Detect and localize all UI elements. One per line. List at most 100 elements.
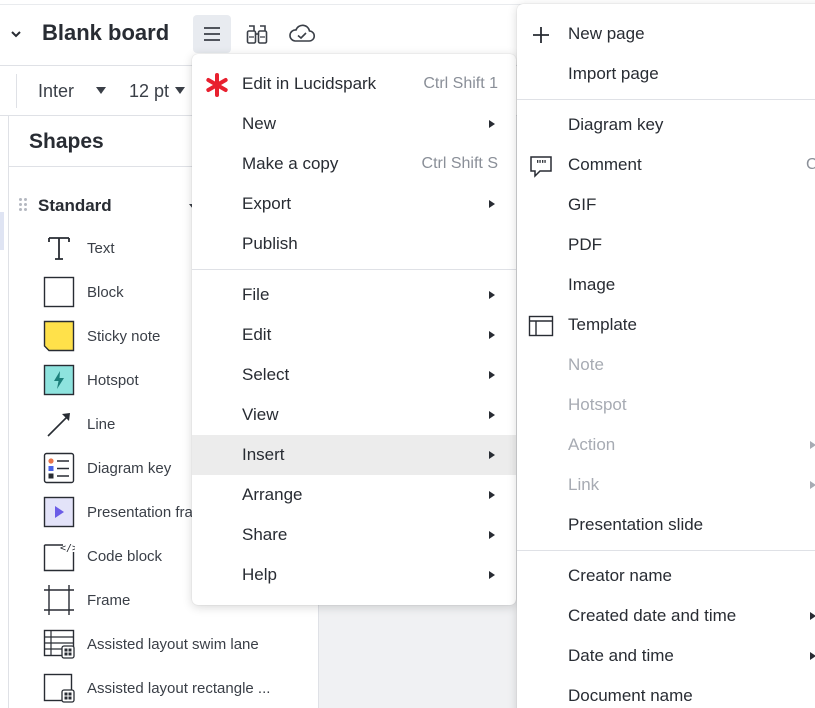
insert-item-image[interactable]: Image: [517, 265, 815, 305]
submenu-arrow-icon: [810, 481, 815, 489]
caret-down-icon[interactable]: [96, 87, 106, 94]
menu-item-label: Comment: [568, 155, 642, 174]
menu-item-new[interactable]: New: [192, 104, 516, 144]
main-menu-button[interactable]: [193, 15, 231, 53]
menu-item-label: Template: [568, 315, 637, 334]
format-bar-divider: [16, 74, 17, 108]
menu-item-label: Edit: [242, 325, 272, 344]
lucidspark-icon: [206, 73, 228, 97]
find-button[interactable]: [238, 15, 276, 53]
menu-item-select[interactable]: Select: [192, 355, 516, 395]
cloud-saved-icon: [289, 24, 316, 42]
svg-text:": ": [541, 158, 547, 171]
menu-item-label: Image: [568, 275, 616, 294]
insert-item-import-page[interactable]: Import page: [517, 54, 815, 94]
menu-item-label: Link: [568, 475, 600, 494]
hamburger-menu-icon: [204, 27, 220, 41]
insert-item-new-page[interactable]: New page: [517, 14, 815, 54]
menu-item-edit-in-lucidspark[interactable]: Edit in Lucidspark Ctrl Shift 1: [192, 64, 516, 104]
submenu-arrow-icon: [489, 371, 495, 379]
menu-item-label: Select: [242, 365, 290, 384]
menu-item-label: New: [242, 114, 277, 133]
menu-divider: [517, 550, 815, 551]
menu-divider: [517, 99, 815, 100]
menu-item-insert[interactable]: Insert: [192, 435, 516, 475]
insert-item-hotspot: Hotspot: [517, 385, 815, 425]
menu-item-export[interactable]: Export: [192, 184, 516, 224]
submenu-arrow-icon: [489, 531, 495, 539]
menu-item-arrange[interactable]: Arrange: [192, 475, 516, 515]
plus-icon: [533, 27, 549, 43]
menu-item-label: Help: [242, 565, 277, 584]
font-family-select[interactable]: Inter: [38, 81, 74, 102]
insert-item-template[interactable]: Template: [517, 305, 815, 345]
menu-item-label: PDF: [568, 235, 602, 254]
block-icon: [43, 276, 75, 308]
swim-lane-icon: [43, 628, 75, 660]
binoculars-icon: [246, 25, 268, 44]
menu-item-label: View: [242, 405, 279, 424]
menu-item-label: Diagram key: [568, 115, 664, 134]
insert-item-gif[interactable]: GIF: [517, 185, 815, 225]
menu-divider: [192, 269, 516, 270]
menu-item-label: Arrange: [242, 485, 303, 504]
insert-item-document-name[interactable]: Document name: [517, 676, 815, 708]
insert-item-comment[interactable]: " " Comment C: [517, 145, 815, 185]
insert-submenu: New page Import page Diagram key " " Comm…: [517, 4, 815, 708]
menu-item-help[interactable]: Help: [192, 555, 516, 595]
shape-library-title[interactable]: Standard: [38, 196, 112, 216]
submenu-arrow-icon: [489, 491, 495, 499]
caret-down-icon[interactable]: [175, 87, 185, 94]
presentation-frame-icon: [43, 496, 75, 528]
insert-item-diagram-key[interactable]: Diagram key: [517, 105, 815, 145]
menu-item-label: Document name: [568, 686, 693, 705]
hotspot-icon: [43, 364, 75, 396]
menu-item-label: Make a copy: [242, 154, 339, 173]
cloud-status-button[interactable]: [283, 15, 321, 53]
font-size-select[interactable]: 12 pt: [129, 81, 169, 102]
menu-item-label: Insert: [242, 445, 285, 464]
menu-item-label: Note: [568, 355, 604, 374]
chevron-down-icon[interactable]: [8, 26, 24, 42]
menu-item-label: Edit in Lucidspark: [242, 74, 377, 93]
rectangle-layout-icon: [43, 672, 75, 704]
menu-item-label: File: [242, 285, 270, 304]
menu-item-label: Presentation slide: [568, 515, 704, 534]
text-icon: [43, 232, 75, 264]
comment-icon: " ": [530, 156, 552, 178]
menu-item-edit[interactable]: Edit: [192, 315, 516, 355]
template-icon: [528, 315, 554, 337]
document-title[interactable]: Blank board: [42, 20, 169, 46]
menu-item-publish[interactable]: Publish: [192, 224, 516, 264]
insert-item-presentation-slide[interactable]: Presentation slide: [517, 505, 815, 545]
menu-item-share[interactable]: Share: [192, 515, 516, 555]
submenu-arrow-icon: [810, 441, 815, 449]
submenu-arrow-icon: [489, 331, 495, 339]
menu-item-label: Share: [242, 525, 288, 544]
insert-item-created-date-time[interactable]: Created date and time: [517, 596, 815, 636]
sticky-note-icon: [43, 320, 75, 352]
menu-item-label: Creator name: [568, 566, 672, 585]
menu-item-label: Publish: [242, 234, 298, 253]
menu-item-shortcut: Ctrl Shift S: [421, 155, 498, 172]
menu-item-shortcut: Ctrl Shift 1: [423, 75, 498, 92]
main-menu: Edit in Lucidspark Ctrl Shift 1 New Make…: [192, 54, 516, 605]
insert-item-link: Link: [517, 465, 815, 505]
drag-handle-icon[interactable]: [19, 198, 27, 212]
shape-item-swim-lane[interactable]: Assisted layout swim lane: [9, 622, 319, 666]
menu-item-view[interactable]: View: [192, 395, 516, 435]
menu-item-label: Created date and time: [568, 606, 737, 625]
insert-item-creator-name[interactable]: Creator name: [517, 556, 815, 596]
insert-item-pdf[interactable]: PDF: [517, 225, 815, 265]
rail-active-indicator: [0, 212, 4, 250]
shape-label: Assisted layout rectangle ...: [87, 679, 271, 697]
submenu-arrow-icon: [489, 200, 495, 208]
insert-item-date-time[interactable]: Date and time: [517, 636, 815, 676]
shape-label: Assisted layout swim lane: [87, 635, 259, 653]
shape-item-rectangle-layout[interactable]: Assisted layout rectangle ...: [9, 666, 319, 708]
frame-icon: [43, 584, 75, 616]
submenu-arrow-icon: [810, 612, 815, 620]
submenu-arrow-icon: [489, 291, 495, 299]
menu-item-make-a-copy[interactable]: Make a copy Ctrl Shift S: [192, 144, 516, 184]
menu-item-file[interactable]: File: [192, 275, 516, 315]
